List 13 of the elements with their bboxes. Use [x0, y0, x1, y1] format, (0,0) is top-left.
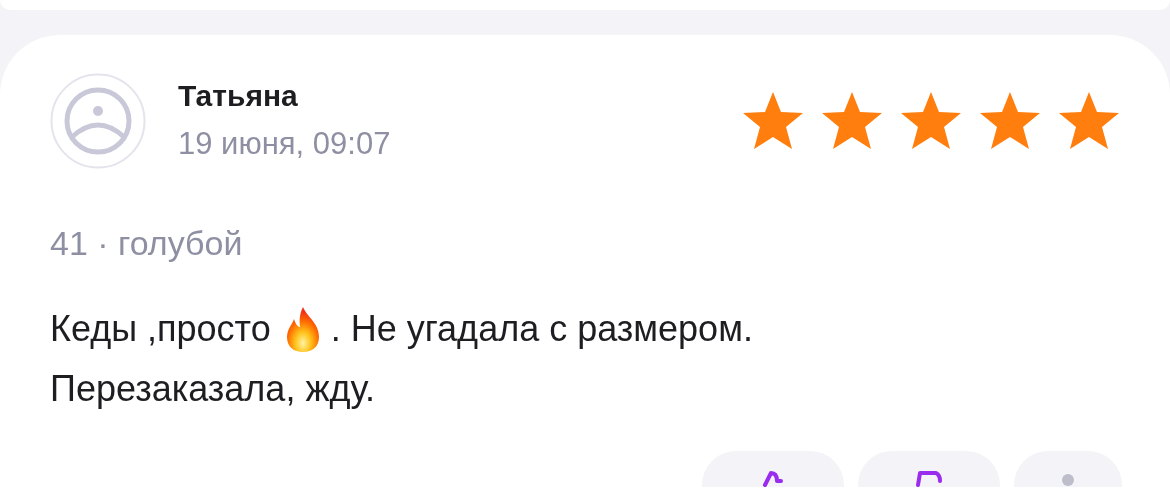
review-text: Перезаказала, жду.	[50, 367, 375, 411]
star-icon	[1058, 91, 1120, 151]
review-text: . Не угадала с размером.	[330, 307, 753, 351]
star-icon	[742, 91, 804, 151]
avatar-icon	[50, 73, 146, 169]
product-variant: 41 · голубой	[50, 223, 244, 264]
review-date: 19 июня, 09:07	[178, 125, 391, 163]
star-icon	[821, 91, 883, 151]
more-icon	[1061, 473, 1075, 487]
star-icon	[900, 91, 962, 151]
author-name: Татьяна	[178, 78, 299, 114]
star-icon	[979, 91, 1041, 151]
review-text: Кеды ,просто	[50, 307, 271, 351]
